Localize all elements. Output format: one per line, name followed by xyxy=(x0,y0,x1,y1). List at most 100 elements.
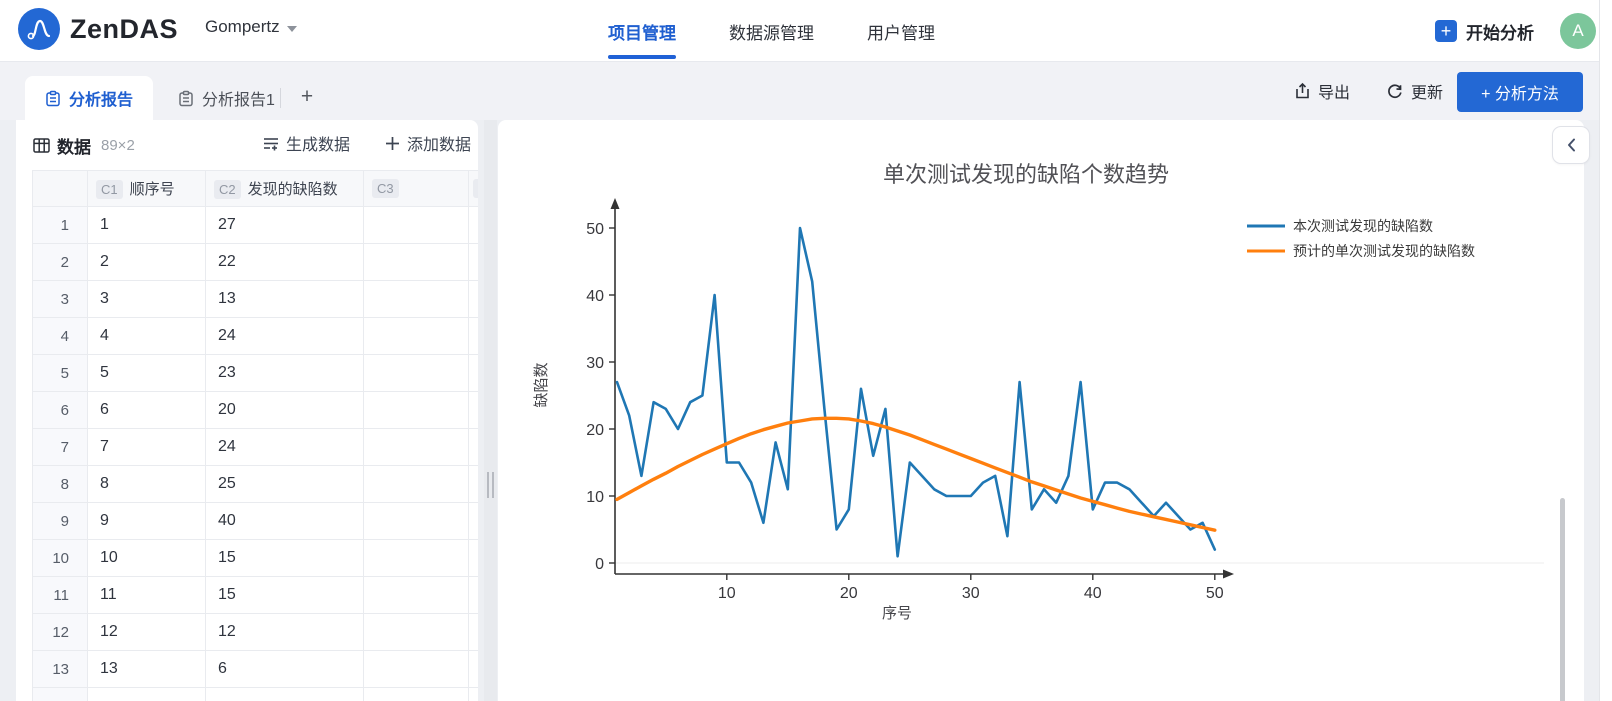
export-icon xyxy=(1296,82,1309,99)
table-row: 3 3 13 xyxy=(32,280,478,318)
table-cell[interactable]: 11 xyxy=(87,576,206,614)
table-cell[interactable]: 1 xyxy=(87,206,206,244)
row-number: 5 xyxy=(32,354,88,392)
splitter-grip-icon xyxy=(487,472,494,498)
table-cell[interactable]: 40 xyxy=(205,502,364,540)
y-tick-label: 20 xyxy=(586,422,604,439)
table-cell[interactable] xyxy=(468,613,478,651)
table-cell[interactable] xyxy=(468,280,478,318)
table-cell[interactable]: 8 xyxy=(87,465,206,503)
table-cell[interactable] xyxy=(468,354,478,392)
generate-data-button[interactable]: 生成数据 xyxy=(263,131,350,155)
legend-item[interactable]: 本次测试发现的缺陷数 xyxy=(1247,218,1433,234)
column-header-c2[interactable]: C2 发现的缺陷数 xyxy=(205,170,364,207)
table-cell[interactable] xyxy=(468,687,478,701)
nav-item-user-management[interactable]: 用户管理 xyxy=(867,0,935,62)
table-cell[interactable] xyxy=(363,206,469,244)
model-selector-dropdown[interactable]: Gompertz xyxy=(205,17,297,37)
y-tick-label: 50 xyxy=(586,221,604,238)
export-button[interactable]: 导出 xyxy=(1294,74,1350,108)
table-cell[interactable]: 6 xyxy=(87,391,206,429)
table-cell[interactable] xyxy=(468,206,478,244)
row-number: 8 xyxy=(32,465,88,503)
generate-data-label: 生成数据 xyxy=(286,137,351,154)
table-cell[interactable] xyxy=(468,502,478,540)
refresh-button[interactable]: 更新 xyxy=(1386,74,1443,108)
column-header-c1[interactable]: C1 顺序号 xyxy=(87,170,206,207)
table-cell[interactable] xyxy=(363,354,469,392)
table-cell[interactable]: 22 xyxy=(205,243,364,281)
start-analysis-button[interactable]: + 开始分析 xyxy=(1435,19,1534,44)
table-cell[interactable] xyxy=(363,502,469,540)
table-cell[interactable]: 10 xyxy=(87,539,206,577)
table-cell[interactable] xyxy=(363,687,469,701)
table-cell[interactable]: 5 xyxy=(87,354,206,392)
table-cell[interactable] xyxy=(468,650,478,688)
table-cell[interactable]: 12 xyxy=(205,613,364,651)
table-cell[interactable]: 6 xyxy=(205,650,364,688)
table-cell[interactable]: 13 xyxy=(87,650,206,688)
add-data-button[interactable]: 添加数据 xyxy=(385,131,471,155)
table-cell[interactable] xyxy=(363,317,469,355)
table-cell[interactable]: 13 xyxy=(205,280,364,318)
table-row: 4 4 24 xyxy=(32,317,478,355)
new-tab-button[interactable]: + xyxy=(292,82,322,112)
panel-splitter[interactable] xyxy=(484,120,497,701)
column-header-c4[interactable]: C4 xyxy=(468,170,478,207)
table-cell[interactable] xyxy=(363,613,469,651)
nav-item-project-management[interactable]: 项目管理 xyxy=(608,0,676,62)
table-cell[interactable] xyxy=(363,539,469,577)
user-avatar[interactable]: A xyxy=(1560,13,1596,49)
table-cell[interactable] xyxy=(468,391,478,429)
table-cell[interactable]: 25 xyxy=(205,465,364,503)
table-cell[interactable]: 12 xyxy=(87,613,206,651)
table-cell[interactable]: 24 xyxy=(205,428,364,466)
add-analysis-method-button[interactable]: + 分析方法 xyxy=(1457,72,1583,112)
table-cell[interactable]: 27 xyxy=(205,206,364,244)
table-cell[interactable]: 4 xyxy=(87,317,206,355)
table-cell[interactable] xyxy=(363,650,469,688)
start-analysis-label: 开始分析 xyxy=(1466,23,1534,43)
collapse-panel-button[interactable] xyxy=(1552,126,1590,164)
legend-item[interactable]: 预计的单次测试发现的缺陷数 xyxy=(1247,243,1475,259)
table-cell[interactable] xyxy=(468,317,478,355)
table-cell[interactable] xyxy=(468,465,478,503)
data-panel-title: 数据 xyxy=(57,138,91,157)
tab-divider xyxy=(280,88,281,108)
table-row: 7 7 24 xyxy=(32,428,478,466)
table-cell[interactable]: 3 xyxy=(87,280,206,318)
table-cell[interactable]: 23 xyxy=(205,354,364,392)
plus-icon: + xyxy=(1435,20,1457,42)
table-cell[interactable]: 20 xyxy=(205,391,364,429)
series-predicted-defects-line xyxy=(615,416,1217,532)
table-cell[interactable] xyxy=(468,539,478,577)
column-header-c3[interactable]: C3 xyxy=(363,170,469,207)
table-cell[interactable] xyxy=(468,243,478,281)
app-logo[interactable]: ZenDAS xyxy=(18,8,178,50)
table-cell[interactable] xyxy=(363,391,469,429)
chart-panel: 单次测试发现的缺陷个数趋势 0 10 20 30 40 50 10 20 30 40 50 序号 缺陷数 本… xyxy=(498,120,1584,701)
table-cell[interactable]: 9 xyxy=(87,502,206,540)
tab-analysis-report-1[interactable]: 分析报告1 xyxy=(158,76,295,120)
table-cell[interactable]: 2 xyxy=(87,243,206,281)
table-cell[interactable]: 7 xyxy=(87,428,206,466)
nav-item-datasource-management[interactable]: 数据源管理 xyxy=(729,0,814,62)
table-cell[interactable] xyxy=(468,576,478,614)
table-cell[interactable]: 15 xyxy=(205,576,364,614)
table-cell[interactable]: 24 xyxy=(205,317,364,355)
vertical-scrollbar[interactable] xyxy=(1560,498,1565,701)
table-cell[interactable] xyxy=(363,576,469,614)
row-number: 1 xyxy=(32,206,88,244)
table-cell[interactable] xyxy=(363,465,469,503)
table-cell[interactable] xyxy=(363,428,469,466)
tab-analysis-report[interactable]: 分析报告 xyxy=(25,76,154,120)
table-cell[interactable] xyxy=(468,428,478,466)
tab-label: 分析报告1 xyxy=(202,92,275,109)
table-cell[interactable]: 15 xyxy=(205,539,364,577)
window-scrollbar-gutter xyxy=(1599,0,1612,701)
table-cell[interactable] xyxy=(363,243,469,281)
table-cell[interactable] xyxy=(87,687,206,701)
table-cell[interactable] xyxy=(205,687,364,701)
table-cell[interactable] xyxy=(363,280,469,318)
x-tick-label: 20 xyxy=(840,585,858,602)
